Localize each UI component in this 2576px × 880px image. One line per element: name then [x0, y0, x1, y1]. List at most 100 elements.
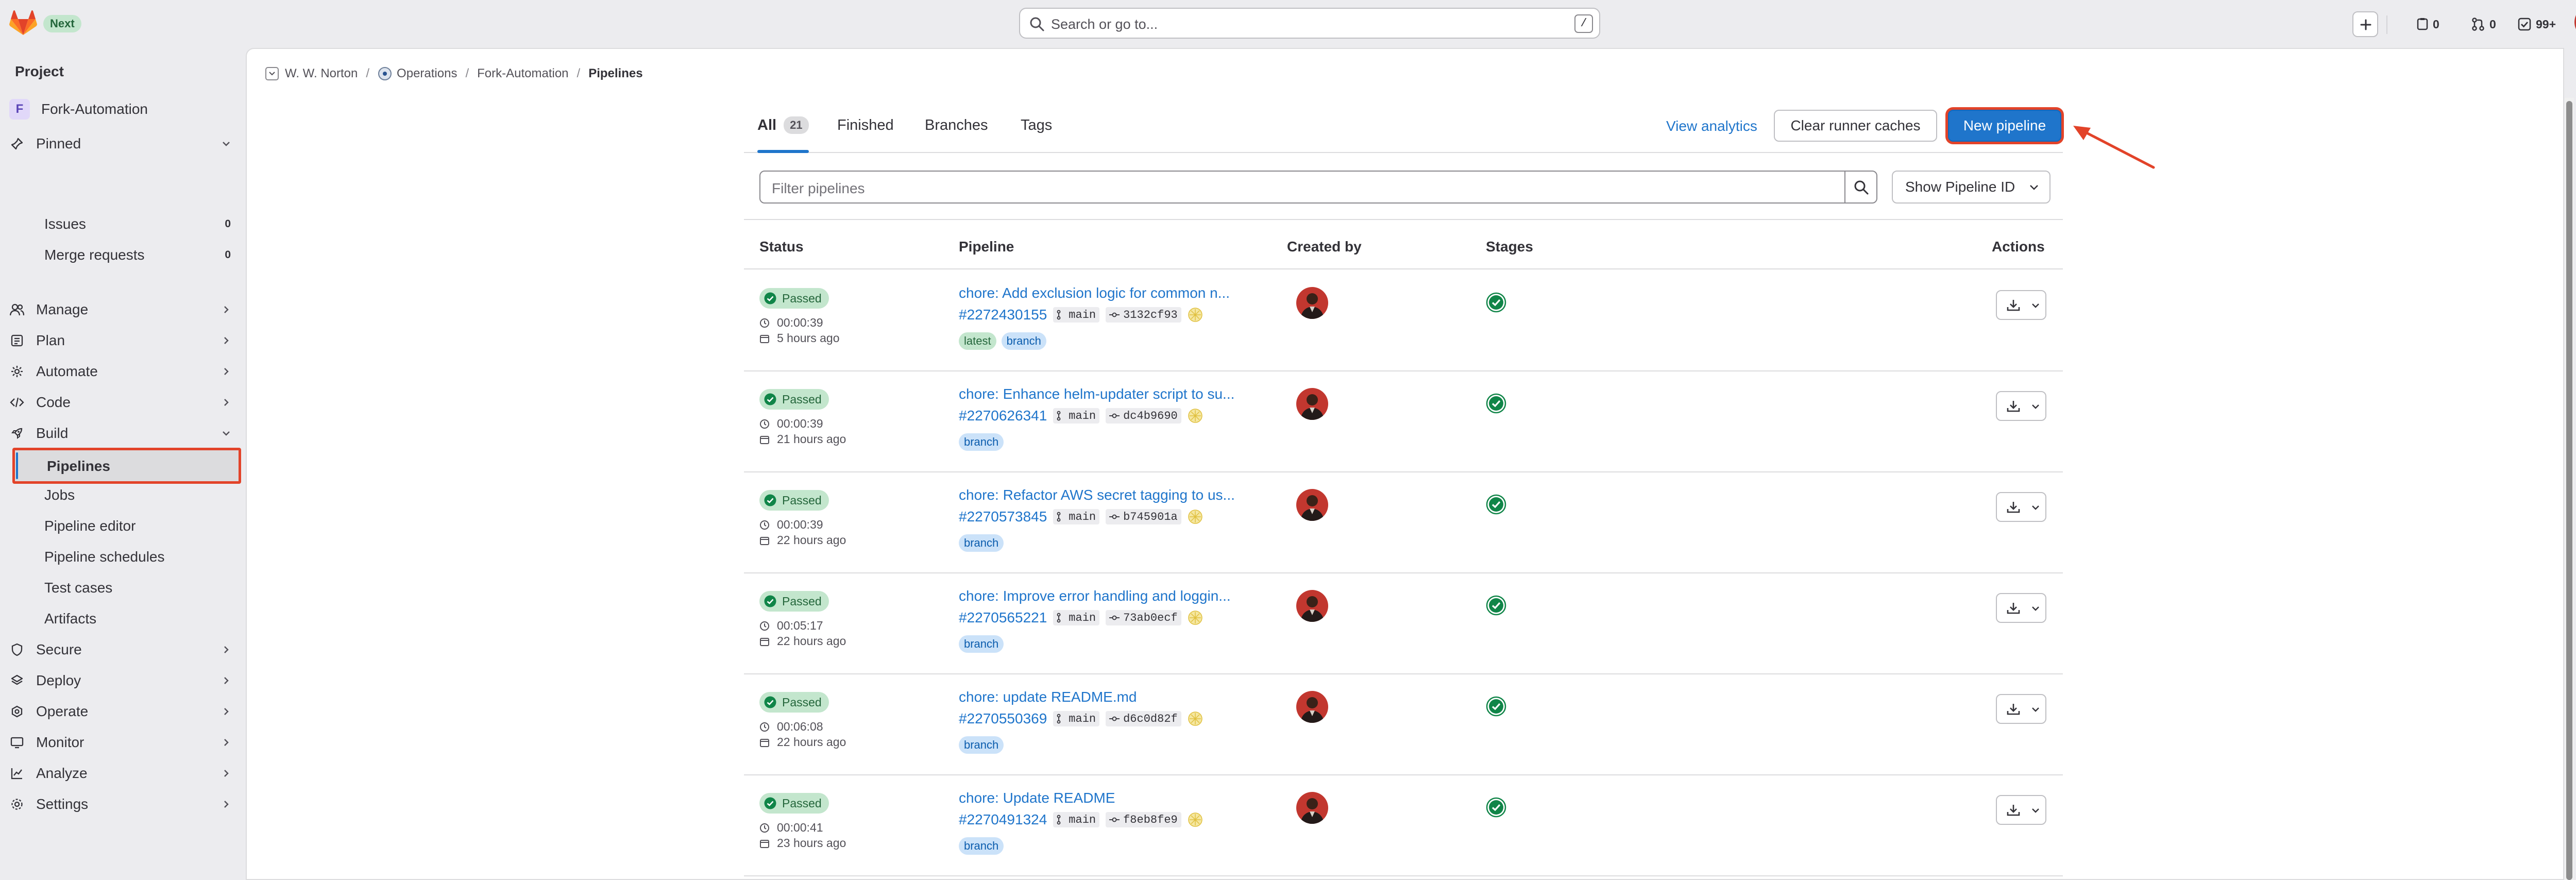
- creator-avatar[interactable]: [1296, 287, 1328, 319]
- breadcrumb-item[interactable]: Fork-Automation: [477, 66, 568, 81]
- branch-badge[interactable]: branch: [959, 736, 1004, 754]
- sidebar-item-pipeline-editor[interactable]: Pipeline editor: [44, 513, 236, 539]
- todos-counter[interactable]: 99+: [2517, 15, 2556, 33]
- scrollbar-thumb[interactable]: [2566, 101, 2572, 880]
- commit-author-icon[interactable]: [1188, 812, 1203, 827]
- clear-runner-caches-button[interactable]: Clear runner caches: [1774, 110, 1937, 142]
- branch-ref[interactable]: main: [1053, 711, 1100, 726]
- sidebar-item-jobs[interactable]: Jobs: [44, 482, 236, 509]
- pipeline-title-link[interactable]: chore: update README.md: [959, 689, 1137, 705]
- sidebar-item-code[interactable]: Code: [9, 389, 236, 416]
- branch-badge[interactable]: branch: [959, 837, 1004, 855]
- sidebar-item-merge-requests[interactable]: Merge requests 0: [44, 242, 236, 268]
- commit-author-icon[interactable]: [1188, 307, 1203, 323]
- branch-badge[interactable]: branch: [1001, 332, 1046, 350]
- collapse-sidebar-icon[interactable]: [265, 67, 279, 80]
- commit-author-icon[interactable]: [1188, 408, 1203, 424]
- stage-passed-icon[interactable]: [1486, 292, 1506, 313]
- next-badge[interactable]: Next: [43, 15, 81, 32]
- view-analytics-link[interactable]: View analytics: [1666, 118, 1757, 134]
- sidebar-item-manage[interactable]: Manage: [9, 296, 236, 323]
- stage-passed-icon[interactable]: [1486, 494, 1506, 515]
- status-badge[interactable]: Passed: [759, 591, 829, 612]
- pipeline-title-link[interactable]: chore: Update README: [959, 790, 1115, 806]
- creator-avatar[interactable]: [1296, 590, 1328, 622]
- sidebar-item-secure[interactable]: Secure: [9, 636, 236, 663]
- sidebar-item-build[interactable]: Build: [9, 420, 236, 447]
- commit-sha[interactable]: dc4b9690: [1106, 408, 1181, 424]
- sidebar-item-pipelines[interactable]: Pipelines: [12, 448, 241, 484]
- status-badge[interactable]: Passed: [759, 793, 829, 814]
- commit-sha[interactable]: b745901a: [1106, 509, 1181, 524]
- branch-ref[interactable]: main: [1053, 408, 1100, 424]
- sidebar-item-plan[interactable]: Plan: [9, 327, 236, 354]
- show-pipeline-id-dropdown[interactable]: Show Pipeline ID: [1892, 171, 2050, 204]
- tab-finished[interactable]: Finished: [837, 115, 894, 136]
- pipeline-id-link[interactable]: #2270491324: [959, 811, 1047, 828]
- latest-badge[interactable]: latest: [959, 332, 996, 350]
- creator-avatar[interactable]: [1296, 792, 1328, 824]
- pipeline-id-link[interactable]: #2270626341: [959, 408, 1047, 424]
- branch-ref[interactable]: main: [1053, 610, 1100, 625]
- sidebar-item-pipeline-schedules[interactable]: Pipeline schedules: [44, 544, 236, 570]
- sidebar-item-artifacts[interactable]: Artifacts: [44, 605, 236, 632]
- pipeline-title-link[interactable]: chore: Add exclusion logic for common n.…: [959, 285, 1230, 301]
- gitlab-logo-icon[interactable]: [9, 10, 37, 36]
- create-new-button[interactable]: [2352, 11, 2378, 37]
- search-bar[interactable]: Search or go to... /: [1019, 8, 1600, 39]
- status-badge[interactable]: Passed: [759, 692, 829, 713]
- branch-ref[interactable]: main: [1053, 509, 1100, 524]
- pipeline-title-link[interactable]: chore: Refactor AWS secret tagging to us…: [959, 487, 1235, 503]
- tab-branches[interactable]: Branches: [925, 115, 988, 136]
- status-badge[interactable]: Passed: [759, 288, 829, 309]
- sidebar-item-automate[interactable]: Automate: [9, 358, 236, 385]
- creator-avatar[interactable]: [1296, 691, 1328, 723]
- stage-passed-icon[interactable]: [1486, 595, 1506, 616]
- commit-author-icon[interactable]: [1188, 610, 1203, 625]
- tab-tags[interactable]: Tags: [1021, 115, 1052, 136]
- sidebar-item-analyze[interactable]: Analyze: [9, 760, 236, 787]
- download-artifacts-button[interactable]: [1996, 391, 2046, 421]
- filter-pipelines-input[interactable]: Filter pipelines: [759, 171, 1845, 204]
- pipeline-id-link[interactable]: #2270573845: [959, 509, 1047, 525]
- pipeline-id-link[interactable]: #2270550369: [959, 710, 1047, 727]
- commit-sha[interactable]: 3132cf93: [1106, 307, 1181, 323]
- branch-badge[interactable]: branch: [959, 534, 1004, 552]
- sidebar-item-deploy[interactable]: Deploy: [9, 667, 236, 694]
- download-artifacts-button[interactable]: [1996, 593, 2046, 623]
- download-artifacts-button[interactable]: [1996, 694, 2046, 724]
- download-artifacts-button[interactable]: [1996, 492, 2046, 522]
- branch-ref[interactable]: main: [1053, 307, 1100, 323]
- creator-avatar[interactable]: [1296, 489, 1328, 521]
- branch-badge[interactable]: branch: [959, 433, 1004, 451]
- status-badge[interactable]: Passed: [759, 389, 829, 410]
- breadcrumb-item[interactable]: Operations: [397, 66, 457, 81]
- download-artifacts-button[interactable]: [1996, 795, 2046, 825]
- issues-counter[interactable]: 0: [2416, 15, 2439, 33]
- project-link[interactable]: F Fork-Automation: [9, 97, 148, 121]
- sidebar-item-operate[interactable]: Operate: [9, 698, 236, 725]
- branch-ref[interactable]: main: [1053, 812, 1100, 827]
- filter-search-button[interactable]: [1844, 171, 1877, 204]
- commit-sha[interactable]: 73ab0ecf: [1106, 610, 1181, 625]
- creator-avatar[interactable]: [1296, 388, 1328, 420]
- commit-author-icon[interactable]: [1188, 711, 1203, 726]
- status-badge[interactable]: Passed: [759, 490, 829, 511]
- commit-sha[interactable]: d6c0d82f: [1106, 711, 1181, 726]
- sidebar-item-monitor[interactable]: Monitor: [9, 729, 236, 756]
- pipeline-id-link[interactable]: #2272430155: [959, 307, 1047, 323]
- new-pipeline-button[interactable]: New pipeline: [1948, 110, 2061, 142]
- sidebar-item-test-cases[interactable]: Test cases: [44, 574, 236, 601]
- pipeline-title-link[interactable]: chore: Improve error handling and loggin…: [959, 588, 1231, 604]
- sidebar-item-settings[interactable]: Settings: [9, 791, 236, 818]
- commit-sha[interactable]: f8eb8fe9: [1106, 812, 1181, 827]
- commit-author-icon[interactable]: [1188, 509, 1203, 524]
- stage-passed-icon[interactable]: [1486, 797, 1506, 818]
- pipeline-title-link[interactable]: chore: Enhance helm-updater script to su…: [959, 386, 1234, 402]
- sidebar-item-issues[interactable]: Issues 0: [44, 211, 236, 238]
- download-artifacts-button[interactable]: [1996, 290, 2046, 320]
- branch-badge[interactable]: branch: [959, 635, 1004, 653]
- tab-all[interactable]: All 21: [757, 115, 809, 153]
- stage-passed-icon[interactable]: [1486, 696, 1506, 717]
- merge-requests-counter[interactable]: 0: [2471, 15, 2496, 33]
